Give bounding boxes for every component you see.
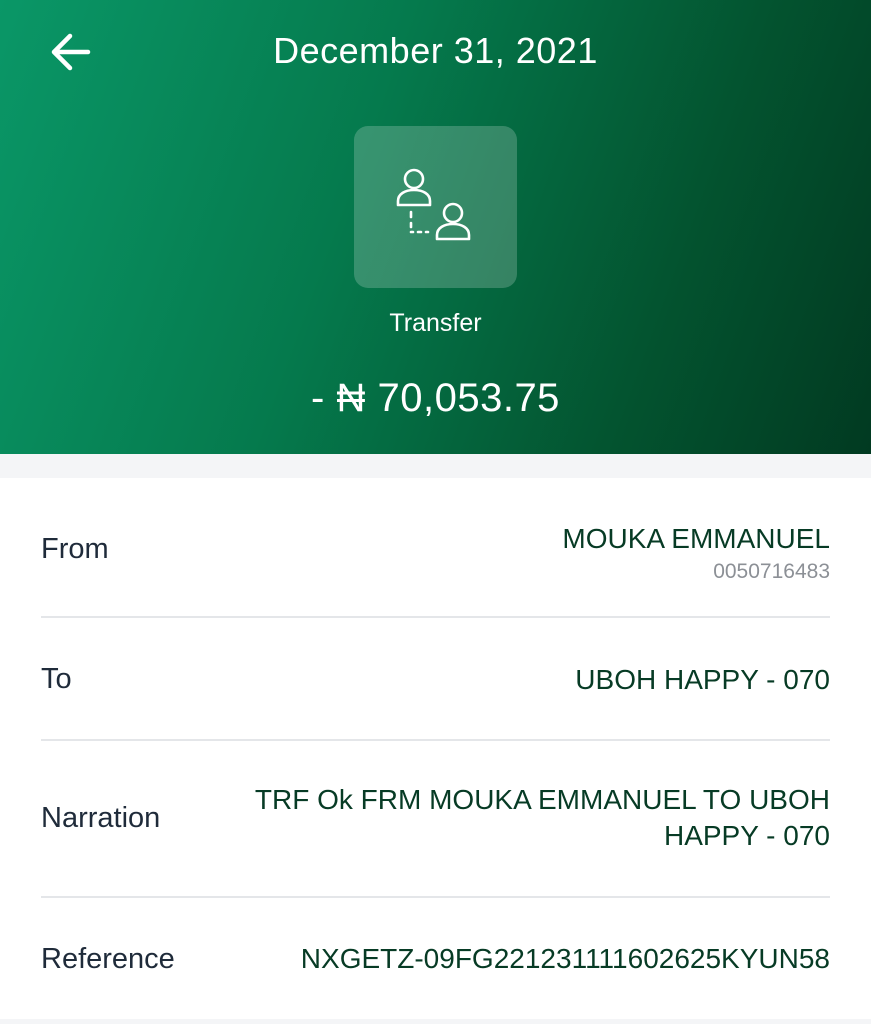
transaction-amount: - ₦ 70,053.75 bbox=[311, 376, 560, 420]
transaction-type-tile bbox=[354, 126, 517, 288]
narration-line-1: TRF Ok FRM MOUKA EMMANUEL TO UBOH bbox=[254, 784, 830, 815]
narration-label: Narration bbox=[41, 802, 161, 834]
from-label: From bbox=[41, 533, 109, 565]
page-title: December 31, 2021 bbox=[273, 30, 598, 71]
detail-row-narration: Narration TRF Ok FRM MOUKA EMMANUEL TO U… bbox=[41, 741, 830, 898]
from-account-number: 0050716483 bbox=[713, 560, 830, 583]
to-label: To bbox=[41, 663, 72, 695]
reference-value: NXGETZ-09FG221231111602625KYUN58 bbox=[300, 943, 830, 974]
transaction-details: From MOUKA EMMANUEL 0050716483 To UBOH H… bbox=[0, 478, 871, 1019]
transfer-users-icon bbox=[396, 168, 470, 241]
reference-label: Reference bbox=[41, 943, 175, 975]
detail-row-reference: Reference NXGETZ-09FG221231111602625KYUN… bbox=[41, 898, 830, 1019]
to-value: UBOH HAPPY - 070 bbox=[575, 664, 830, 695]
detail-row-to: To UBOH HAPPY - 070 bbox=[41, 618, 830, 741]
from-name: MOUKA EMMANUEL bbox=[562, 523, 830, 554]
detail-row-from: From MOUKA EMMANUEL 0050716483 bbox=[41, 478, 830, 618]
transaction-type-label: Transfer bbox=[389, 309, 482, 337]
transaction-header: December 31, 2021 Transfer - ₦ 70,053.75 bbox=[0, 0, 871, 454]
narration-line-2: HAPPY - 070 bbox=[663, 820, 830, 851]
